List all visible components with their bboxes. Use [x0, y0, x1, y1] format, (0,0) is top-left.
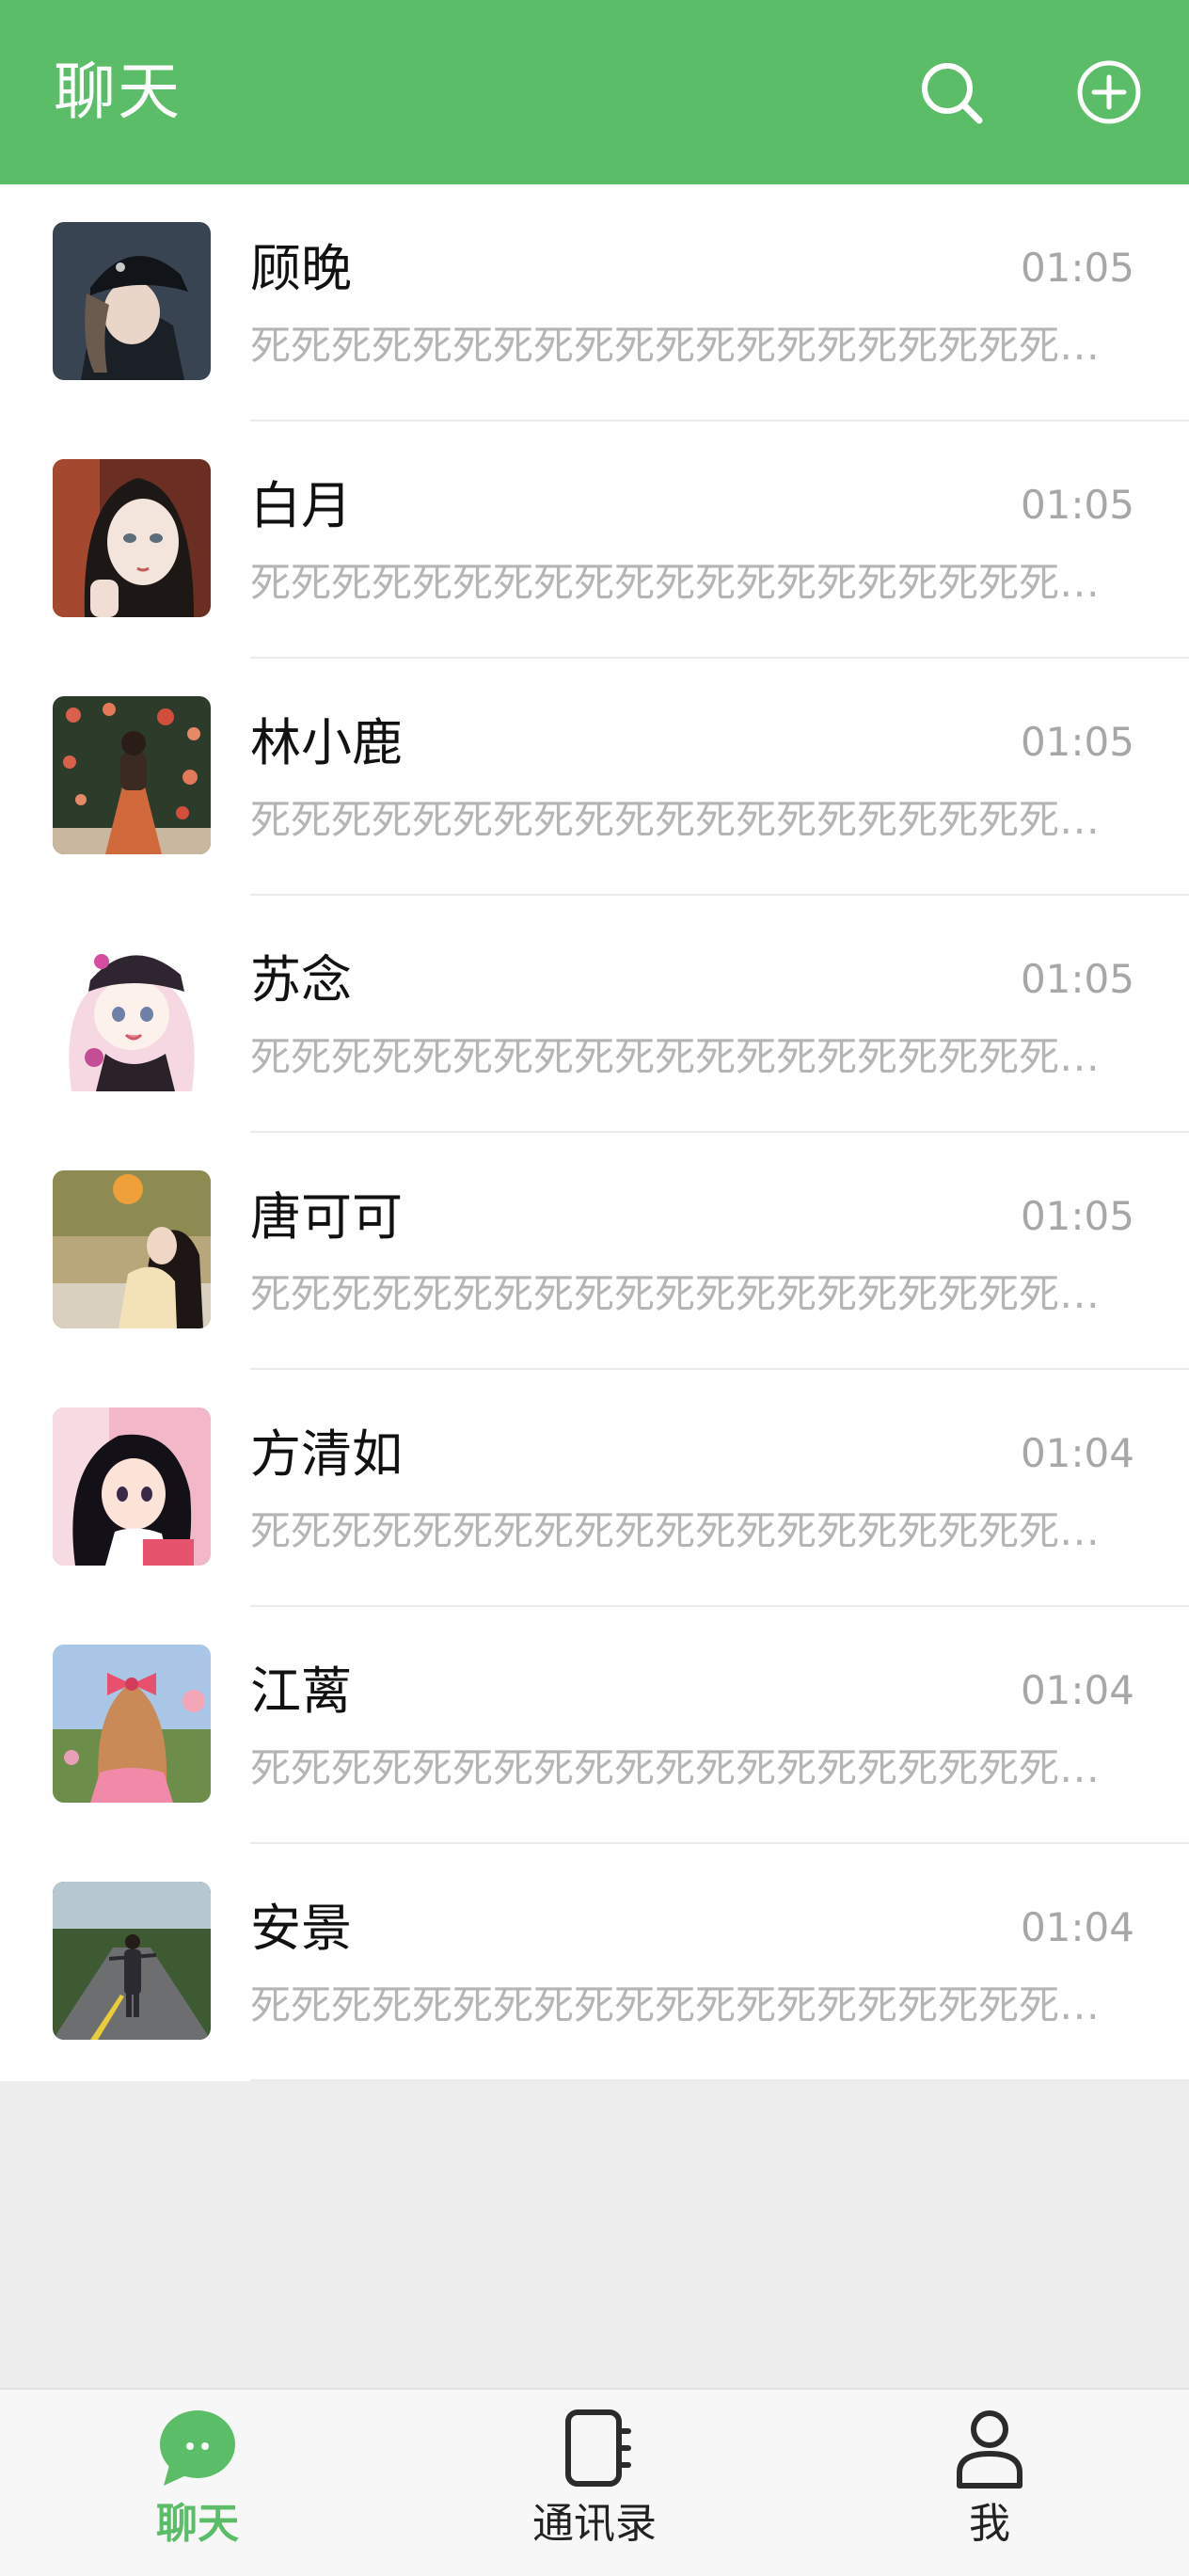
tab-chats[interactable]: 聊天 — [56, 2390, 339, 2576]
avatar[interactable] — [53, 696, 211, 854]
chat-row-lin-xiao-lu[interactable]: 林小鹿 01:05 死死死死死死死死死死死死死死死死死死死死死死死死死死死死死死 — [0, 659, 1189, 896]
message-preview: 死死死死死死死死死死死死死死死死死死死死死死死死死死死死死死 — [250, 1034, 1134, 1081]
chat-row-bai-yue[interactable]: 白月 01:05 死死死死死死死死死死死死死死死死死死死死死死死死死死死死死死 — [0, 421, 1189, 659]
avatar[interactable] — [53, 1882, 211, 2040]
tab-me[interactable]: 我 — [848, 2390, 1131, 2576]
contact-name: 唐可可 — [250, 1187, 403, 1247]
message-time: 01:05 — [1020, 245, 1134, 291]
message-time: 01:05 — [1020, 956, 1134, 1002]
message-time: 01:05 — [1020, 482, 1134, 528]
avatar-girl-autumn — [53, 1170, 211, 1328]
divider — [250, 2079, 1189, 2081]
message-preview: 死死死死死死死死死死死死死死死死死死死死死死死死死死死死死死 — [250, 323, 1134, 370]
avatar-girl-black-cap — [53, 222, 211, 380]
chat-row-fang-qing-ru[interactable]: 方清如 01:04 死死死死死死死死死死死死死死死死死死死死死死死死死死死死死死 — [0, 1370, 1189, 1607]
search-icon[interactable] — [917, 58, 985, 126]
avatar-anime-girl-cap — [53, 933, 211, 1091]
contact-name: 林小鹿 — [250, 713, 403, 772]
contacts-book-icon — [565, 2409, 631, 2487]
chat-bubble-icon — [160, 2410, 235, 2486]
message-preview: 死死死死死死死死死死死死死死死死死死死死死死死死死死死死死死 — [250, 1982, 1134, 2029]
message-time: 01:05 — [1020, 719, 1134, 765]
avatar-girl-road — [53, 1882, 211, 2040]
chat-row-su-nian[interactable]: 苏念 01:05 死死死死死死死死死死死死死死死死死死死死死死死死死死死死死死 — [0, 896, 1189, 1133]
tab-label: 通讯录 — [532, 2500, 657, 2548]
contact-name: 安景 — [250, 1899, 352, 1958]
avatar-anime-girl-pink — [53, 1407, 211, 1566]
message-time: 01:04 — [1020, 1667, 1134, 1713]
tab-label: 聊天 — [156, 2500, 239, 2548]
chat-row-an-jing[interactable]: 安景 01:04 死死死死死死死死死死死死死死死死死死死死死死死死死死死死死死 — [0, 1844, 1189, 2081]
contact-name: 顾晚 — [250, 239, 352, 298]
chat-row-tang-ke-ke[interactable]: 唐可可 01:05 死死死死死死死死死死死死死死死死死死死死死死死死死死死死死死 — [0, 1133, 1189, 1370]
contact-name: 白月 — [250, 476, 352, 535]
message-preview: 死死死死死死死死死死死死死死死死死死死死死死死死死死死死死死 — [250, 560, 1134, 607]
avatar[interactable] — [53, 1407, 211, 1566]
message-preview: 死死死死死死死死死死死死死死死死死死死死死死死死死死死死死死 — [250, 1508, 1134, 1555]
top-bar: 聊天 — [0, 0, 1189, 184]
contact-name: 苏念 — [250, 950, 352, 1010]
tab-contacts[interactable]: 通讯录 — [453, 2390, 736, 2576]
tab-label: 我 — [969, 2500, 1010, 2548]
message-preview: 死死死死死死死死死死死死死死死死死死死死死死死死死死死死死死 — [250, 1271, 1134, 1318]
message-preview: 死死死死死死死死死死死死死死死死死死死死死死死死死死死死死死 — [250, 797, 1134, 844]
avatar-girl-flowers — [53, 696, 211, 854]
contact-name: 江蓠 — [250, 1662, 352, 1721]
message-time: 01:05 — [1020, 1193, 1134, 1239]
avatar[interactable] — [53, 1170, 211, 1328]
avatar-girl-illustration — [53, 459, 211, 617]
plus-circle-icon[interactable] — [1075, 58, 1143, 126]
avatar[interactable] — [53, 933, 211, 1091]
avatar[interactable] — [53, 1645, 211, 1803]
chat-list: 顾晚 01:05 死死死死死死死死死死死死死死死死死死死死死死死死死死死死死死 … — [0, 184, 1189, 2081]
avatar[interactable] — [53, 459, 211, 617]
avatar[interactable] — [53, 222, 211, 380]
message-preview: 死死死死死死死死死死死死死死死死死死死死死死死死死死死死死死 — [250, 1745, 1134, 1792]
contact-name: 方清如 — [250, 1424, 403, 1484]
message-time: 01:04 — [1020, 1430, 1134, 1476]
bottom-tab-bar: 聊天 通讯录 我 — [0, 2388, 1189, 2576]
message-time: 01:04 — [1020, 1904, 1134, 1950]
chat-row-gu-wan[interactable]: 顾晚 01:05 死死死死死死死死死死死死死死死死死死死死死死死死死死死死死死 — [0, 184, 1189, 421]
person-icon — [957, 2410, 1023, 2489]
chat-row-jiang-li[interactable]: 江蓠 01:04 死死死死死死死死死死死死死死死死死死死死死死死死死死死死死死 — [0, 1607, 1189, 1844]
avatar-girl-bow — [53, 1645, 211, 1803]
page-title: 聊天 — [54, 56, 182, 128]
